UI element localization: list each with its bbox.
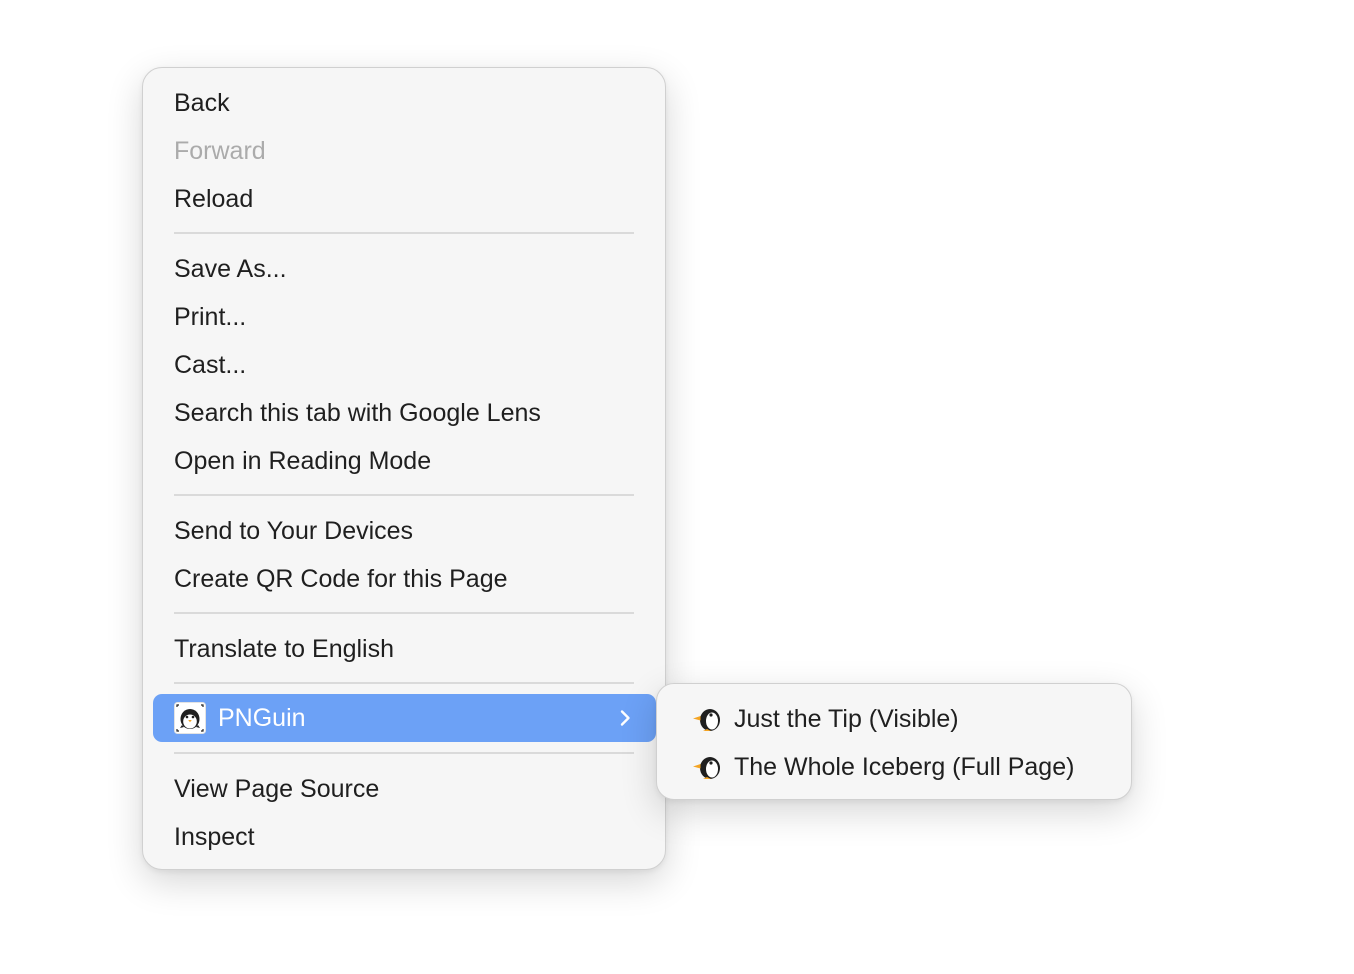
menu-item-back[interactable]: Back (143, 79, 665, 127)
menu-item-forward: Forward (174, 137, 266, 165)
menu-item-save-as[interactable]: Save As... (143, 245, 665, 293)
submenu-item-full-page[interactable]: The Whole Iceberg (Full Page) (657, 743, 1131, 791)
menu-item-reload[interactable]: Reload (143, 175, 665, 223)
menu-item-print[interactable]: Print... (143, 293, 665, 341)
penguin-icon (693, 709, 720, 731)
context-menu: Back Forward Reload Save As... Print... … (142, 67, 666, 870)
menu-item-create-qr-code[interactable]: Create QR Code for this Page (143, 555, 665, 603)
submenu-item-visible[interactable]: Just the Tip (Visible) (657, 695, 1131, 743)
pnguin-submenu: Just the Tip (Visible) The Whole Iceberg… (656, 683, 1132, 800)
penguin-icon (693, 757, 720, 779)
menu-item-search-google-lens[interactable]: Search this tab with Google Lens (143, 389, 665, 437)
menu-item-inspect[interactable]: Inspect (143, 813, 665, 861)
menu-separator (174, 682, 634, 684)
menu-item-send-to-devices[interactable]: Send to Your Devices (143, 507, 665, 555)
menu-separator (174, 232, 634, 234)
pnguin-app-icon (174, 702, 206, 734)
menu-item-open-reading-mode[interactable]: Open in Reading Mode (143, 437, 665, 485)
menu-item-view-page-source[interactable]: View Page Source (143, 765, 665, 813)
menu-item-cast[interactable]: Cast... (143, 341, 665, 389)
menu-item-pnguin-label: PNGuin (218, 704, 306, 732)
chevron-right-icon (620, 710, 630, 726)
menu-separator (174, 494, 634, 496)
menu-separator (174, 612, 634, 614)
submenu-item-full-page-label: The Whole Iceberg (Full Page) (734, 753, 1075, 781)
menu-separator (174, 752, 634, 754)
menu-item-pnguin[interactable]: PNGuin (153, 694, 656, 742)
submenu-item-visible-label: Just the Tip (Visible) (734, 705, 959, 733)
menu-item-translate[interactable]: Translate to English (143, 625, 665, 673)
